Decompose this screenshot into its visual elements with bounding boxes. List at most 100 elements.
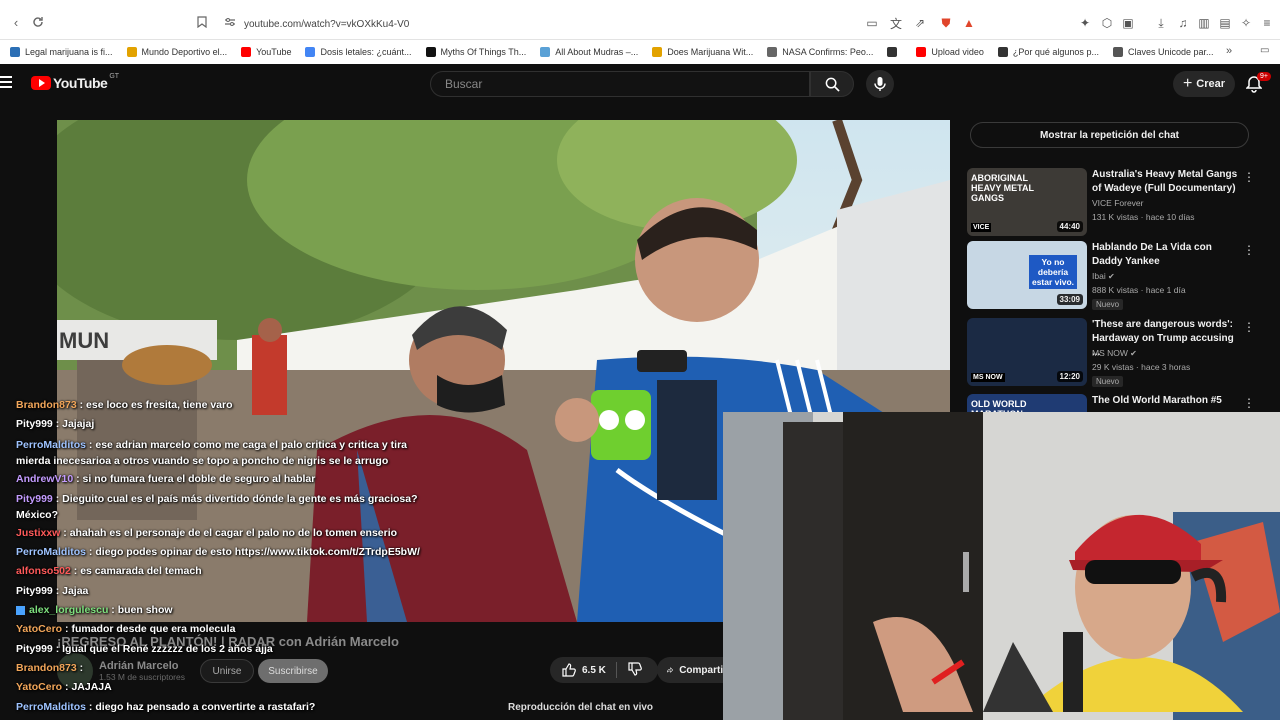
- chat-username[interactable]: PerroMalditos: [16, 546, 86, 558]
- cast-icon[interactable]: ▭: [865, 16, 879, 30]
- recommended-title[interactable]: The Old World Marathon #5: [1092, 394, 1240, 408]
- recommended-video[interactable]: MS NOW 12:20 'These are dangerous words': …: [967, 318, 1257, 388]
- video-thumbnail[interactable]: ABORIGINAL HEAVY METAL GANGS VICE 44:40: [967, 168, 1087, 236]
- sidebar-icon[interactable]: ▥: [1197, 16, 1211, 30]
- brave-rewards-icon[interactable]: ▲: [962, 16, 976, 30]
- recommended-channel[interactable]: MS NOW ✔: [1092, 348, 1137, 358]
- chat-username[interactable]: AndrewV10: [16, 473, 73, 485]
- bookmark-label: Does Marijuana Wit...: [667, 47, 754, 57]
- chat-text: Jajaa: [62, 584, 89, 597]
- chat-message: Pity999 : Dieguito cual es el país más d…: [16, 492, 418, 521]
- chat-text: diego podes opinar de esto https://www.t…: [95, 546, 420, 559]
- chat-username[interactable]: alex_lorgulescu: [29, 604, 108, 616]
- verified-check-icon: ✔: [1127, 349, 1137, 358]
- site-info-icon[interactable]: [222, 14, 238, 30]
- bookmark-favicon-icon: [126, 47, 137, 57]
- bookmark-item[interactable]: Claves Unicode par...: [1112, 47, 1214, 57]
- back-icon[interactable]: ‹: [8, 14, 24, 30]
- microphone-icon: [874, 77, 886, 91]
- chat-username[interactable]: Pity999: [16, 643, 53, 655]
- show-chat-replay-button[interactable]: Mostrar la repetición del chat: [970, 122, 1249, 148]
- music-icon[interactable]: ♫: [1176, 16, 1190, 30]
- chat-message: Pity999 : Jajaa: [16, 584, 89, 597]
- download-icon[interactable]: ⤓: [1154, 16, 1168, 30]
- share-icon[interactable]: ⇗: [913, 16, 927, 30]
- chat-text: fumador desde que era molecula: [71, 623, 236, 636]
- chat-username[interactable]: YatoCero: [16, 681, 62, 693]
- extension-icon[interactable]: ✦: [1078, 16, 1092, 30]
- recommended-title[interactable]: Hablando De La Vida con Daddy Yankee: [1092, 241, 1240, 269]
- youtube-logo[interactable]: YouTube GT: [31, 73, 119, 91]
- video-thumbnail[interactable]: MS NOW 12:20: [967, 318, 1087, 386]
- bookmark-item[interactable]: YouTube: [241, 47, 291, 57]
- recommended-video[interactable]: Yo no debería estar vivo. 33:09 Hablando D…: [967, 241, 1257, 311]
- recommended-title[interactable]: Australia's Heavy Metal Gangs of Wadeye …: [1092, 168, 1240, 196]
- chat-username[interactable]: PerroMalditos: [16, 439, 86, 451]
- thumbs-down-icon: [628, 661, 642, 676]
- video-thumbnail[interactable]: Yo no debería estar vivo. 33:09: [967, 241, 1087, 309]
- share-button[interactable]: Compartir: [657, 657, 727, 683]
- chat-username[interactable]: Brandon873: [16, 399, 77, 411]
- bookmark-item[interactable]: NASA Confirms: Peo...: [767, 47, 873, 57]
- hamburger-menu-icon[interactable]: [0, 76, 14, 90]
- webcam-overlay: [723, 412, 1280, 720]
- bookmark-item[interactable]: Does Marijuana Wit...: [652, 47, 753, 57]
- chat-message: alex_lorgulescu : buen show: [0, 601, 460, 620]
- search-button[interactable]: [810, 71, 854, 97]
- tab-icon[interactable]: ▣: [1121, 16, 1135, 30]
- chat-username[interactable]: Pity999: [16, 585, 53, 597]
- reload-icon[interactable]: [30, 14, 46, 30]
- bookmark-item[interactable]: ¿Por qué algunos p...: [997, 47, 1099, 57]
- bookmark-icon[interactable]: [194, 14, 210, 30]
- chat-message: YatoCero : JAJAJA: [16, 681, 112, 694]
- chat-username[interactable]: Pity999: [16, 418, 53, 430]
- bookmark-label: Legal marijuana is fi...: [25, 47, 113, 57]
- more-bookmarks-icon[interactable]: »: [1226, 45, 1232, 57]
- bookmark-item[interactable]: Mundo Deportivo el...: [126, 47, 227, 57]
- search-input[interactable]: Buscar: [430, 71, 810, 97]
- notification-badge: 9+: [1257, 72, 1271, 81]
- bookmark-item[interactable]: Upload video: [916, 47, 984, 57]
- folder-icon[interactable]: ▭: [1260, 45, 1269, 56]
- create-button[interactable]: + Crear: [1173, 71, 1235, 97]
- chat-username[interactable]: Justixxw: [16, 527, 60, 539]
- bookmark-item[interactable]: All About Mudras –...: [540, 47, 638, 57]
- more-options-icon[interactable]: ⋮: [1243, 320, 1255, 334]
- bookmark-label: Claves Unicode par...: [1127, 47, 1214, 57]
- more-options-icon[interactable]: ⋮: [1243, 243, 1255, 257]
- bookmark-item[interactable]: [887, 47, 902, 57]
- bookmark-item[interactable]: Dosis letales: ¿cuánt...: [305, 47, 412, 57]
- recommended-video[interactable]: OLD WORLD MARATHON The Old World Marathon…: [967, 394, 1257, 412]
- translate-icon[interactable]: 文: [889, 16, 903, 31]
- video-thumbnail[interactable]: OLD WORLD MARATHON: [967, 394, 1087, 412]
- thumbnail-text: ABORIGINAL HEAVY METAL GANGS: [971, 173, 1034, 203]
- more-options-icon[interactable]: ⋮: [1243, 170, 1255, 184]
- recommended-video[interactable]: ABORIGINAL HEAVY METAL GANGS VICE 44:40 Aus…: [967, 168, 1257, 238]
- youtube-header: YouTube GT Buscar + Crear 9+: [0, 64, 1280, 104]
- menu-icon[interactable]: ≡: [1260, 16, 1274, 30]
- recommended-channel[interactable]: VICE Forever: [1092, 198, 1144, 208]
- plus-icon: +: [1182, 75, 1193, 92]
- like-count: 6.5 K: [582, 664, 606, 676]
- brave-shield-icon[interactable]: ⛊: [939, 16, 953, 30]
- chat-username[interactable]: Pity999: [16, 493, 53, 505]
- chat-username[interactable]: alfonso502: [16, 565, 71, 577]
- chat-username[interactable]: PerroMalditos: [16, 701, 86, 713]
- chat-username[interactable]: YatoCero: [16, 623, 62, 635]
- bookmark-item[interactable]: Myths Of Things Th...: [425, 47, 526, 57]
- webcam-frame: [723, 412, 1280, 720]
- recommended-meta: 888 K vistas · hace 1 día: [1092, 285, 1186, 295]
- recommended-channel[interactable]: Ibai ✔: [1092, 271, 1115, 281]
- bookmark-item[interactable]: Legal marijuana is fi...: [10, 47, 113, 57]
- more-options-icon[interactable]: ⋮: [1243, 396, 1255, 410]
- dislike-button[interactable]: [617, 661, 642, 679]
- bookmarks-bar: Legal marijuana is fi... Mundo Deportivo …: [0, 40, 1280, 64]
- puzzle-icon[interactable]: ⬡: [1100, 16, 1114, 30]
- like-button[interactable]: 6.5 K: [550, 663, 616, 677]
- voice-search-button[interactable]: [866, 70, 894, 98]
- chat-username[interactable]: Brandon873: [16, 662, 77, 674]
- leo-icon[interactable]: ✧: [1239, 16, 1253, 30]
- wallet-icon[interactable]: ▤: [1218, 16, 1232, 30]
- new-badge: Nuevo: [1092, 376, 1124, 387]
- live-chat-replay-bar[interactable]: Reproducción del chat en vivo: [508, 702, 653, 713]
